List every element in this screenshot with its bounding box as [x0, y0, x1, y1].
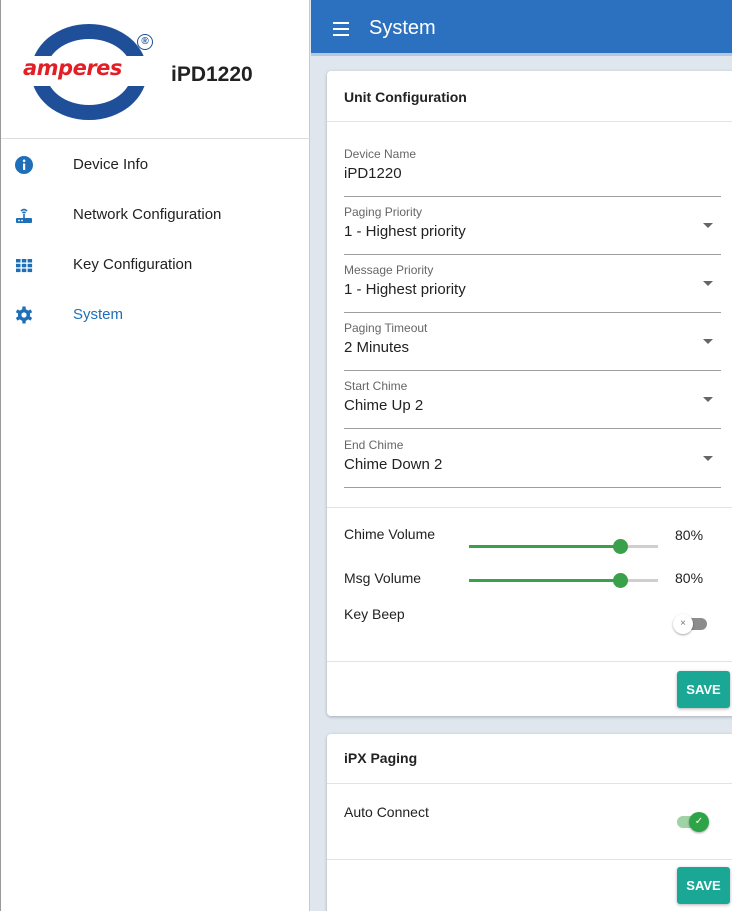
- field-label: Paging Priority: [344, 205, 423, 219]
- close-icon: ×: [673, 614, 693, 634]
- ipx-paging-card: iPX Paging Auto Connect ✓ SAVE: [327, 734, 732, 911]
- top-app-bar: System: [311, 0, 732, 56]
- chime-volume-label: Chime Volume: [344, 526, 436, 542]
- msg-volume-label: Msg Volume: [344, 570, 422, 586]
- hamburger-menu-icon[interactable]: [333, 22, 349, 36]
- field-value: Chime Up 2: [344, 397, 424, 414]
- field-label: Message Priority: [344, 263, 434, 277]
- dropdown-arrow-icon: [703, 223, 713, 228]
- info-icon: [13, 154, 35, 176]
- sidebar-item-label: Device Info: [73, 156, 149, 173]
- dropdown-arrow-icon: [703, 339, 713, 344]
- unit-configuration-card: Unit Configuration Device Name iPD1220 P…: [327, 71, 732, 716]
- sidebar-item-label: Network Configuration: [73, 206, 222, 223]
- dropdown-arrow-icon: [703, 397, 713, 402]
- paging-priority-select[interactable]: Paging Priority 1 - Highest priority: [344, 197, 721, 255]
- sidebar-item-label: System: [73, 306, 124, 323]
- end-chime-select[interactable]: End Chime Chime Down 2: [344, 430, 721, 488]
- sidebar-item-key-configuration[interactable]: Key Configuration: [1, 242, 311, 288]
- key-beep-toggle[interactable]: ×: [673, 614, 709, 634]
- auto-connect-toggle[interactable]: ✓: [673, 812, 709, 832]
- msg-volume-value: 80%: [675, 570, 704, 586]
- sidebar-item-device-info[interactable]: Device Info: [1, 142, 311, 188]
- slider-thumb[interactable]: [613, 539, 629, 554]
- sidebar-item-label: Key Configuration: [73, 256, 193, 273]
- start-chime-select[interactable]: Start Chime Chime Up 2: [344, 371, 721, 429]
- dropdown-arrow-icon: [703, 456, 713, 461]
- auto-connect-label: Auto Connect: [344, 804, 429, 820]
- gear-icon: [13, 304, 35, 326]
- page-title: System: [369, 17, 436, 39]
- check-icon: ✓: [689, 812, 709, 832]
- field-label: Start Chime: [344, 379, 408, 393]
- card-title: Unit Configuration: [344, 89, 467, 105]
- message-priority-select[interactable]: Message Priority 1 - Highest priority: [344, 255, 721, 313]
- sidebar-item-system[interactable]: System: [1, 292, 311, 338]
- save-button[interactable]: SAVE: [677, 867, 730, 904]
- slider-thumb[interactable]: [613, 573, 629, 588]
- paging-timeout-select[interactable]: Paging Timeout 2 Minutes: [344, 313, 721, 371]
- logo-area: amperes ® iPD1220: [1, 0, 311, 139]
- chime-volume-value: 80%: [675, 527, 704, 543]
- sidebar: amperes ® iPD1220 Device Info Network Co…: [0, 0, 311, 911]
- card-title: iPX Paging: [344, 750, 418, 766]
- device-name-field[interactable]: Device Name iPD1220: [344, 139, 721, 197]
- key-beep-label: Key Beep: [344, 606, 405, 622]
- field-label: Paging Timeout: [344, 321, 428, 335]
- save-button[interactable]: SAVE: [677, 671, 730, 708]
- field-value: 1 - Highest priority: [344, 223, 466, 240]
- router-icon: [13, 204, 35, 226]
- field-value: 2 Minutes: [344, 339, 410, 356]
- sidebar-item-network-configuration[interactable]: Network Configuration: [1, 192, 311, 238]
- chime-volume-slider[interactable]: [469, 537, 658, 555]
- product-name: iPD1220: [171, 63, 253, 86]
- logo-text: amperes: [23, 56, 122, 80]
- msg-volume-slider[interactable]: [469, 571, 658, 589]
- dropdown-arrow-icon: [703, 281, 713, 286]
- field-label: Device Name: [344, 147, 417, 161]
- field-label: End Chime: [344, 438, 404, 452]
- field-value: 1 - Highest priority: [344, 281, 466, 298]
- field-value: iPD1220: [344, 165, 402, 182]
- grid-icon: [13, 254, 35, 276]
- field-value: Chime Down 2: [344, 456, 443, 473]
- registered-mark: ®: [137, 34, 153, 50]
